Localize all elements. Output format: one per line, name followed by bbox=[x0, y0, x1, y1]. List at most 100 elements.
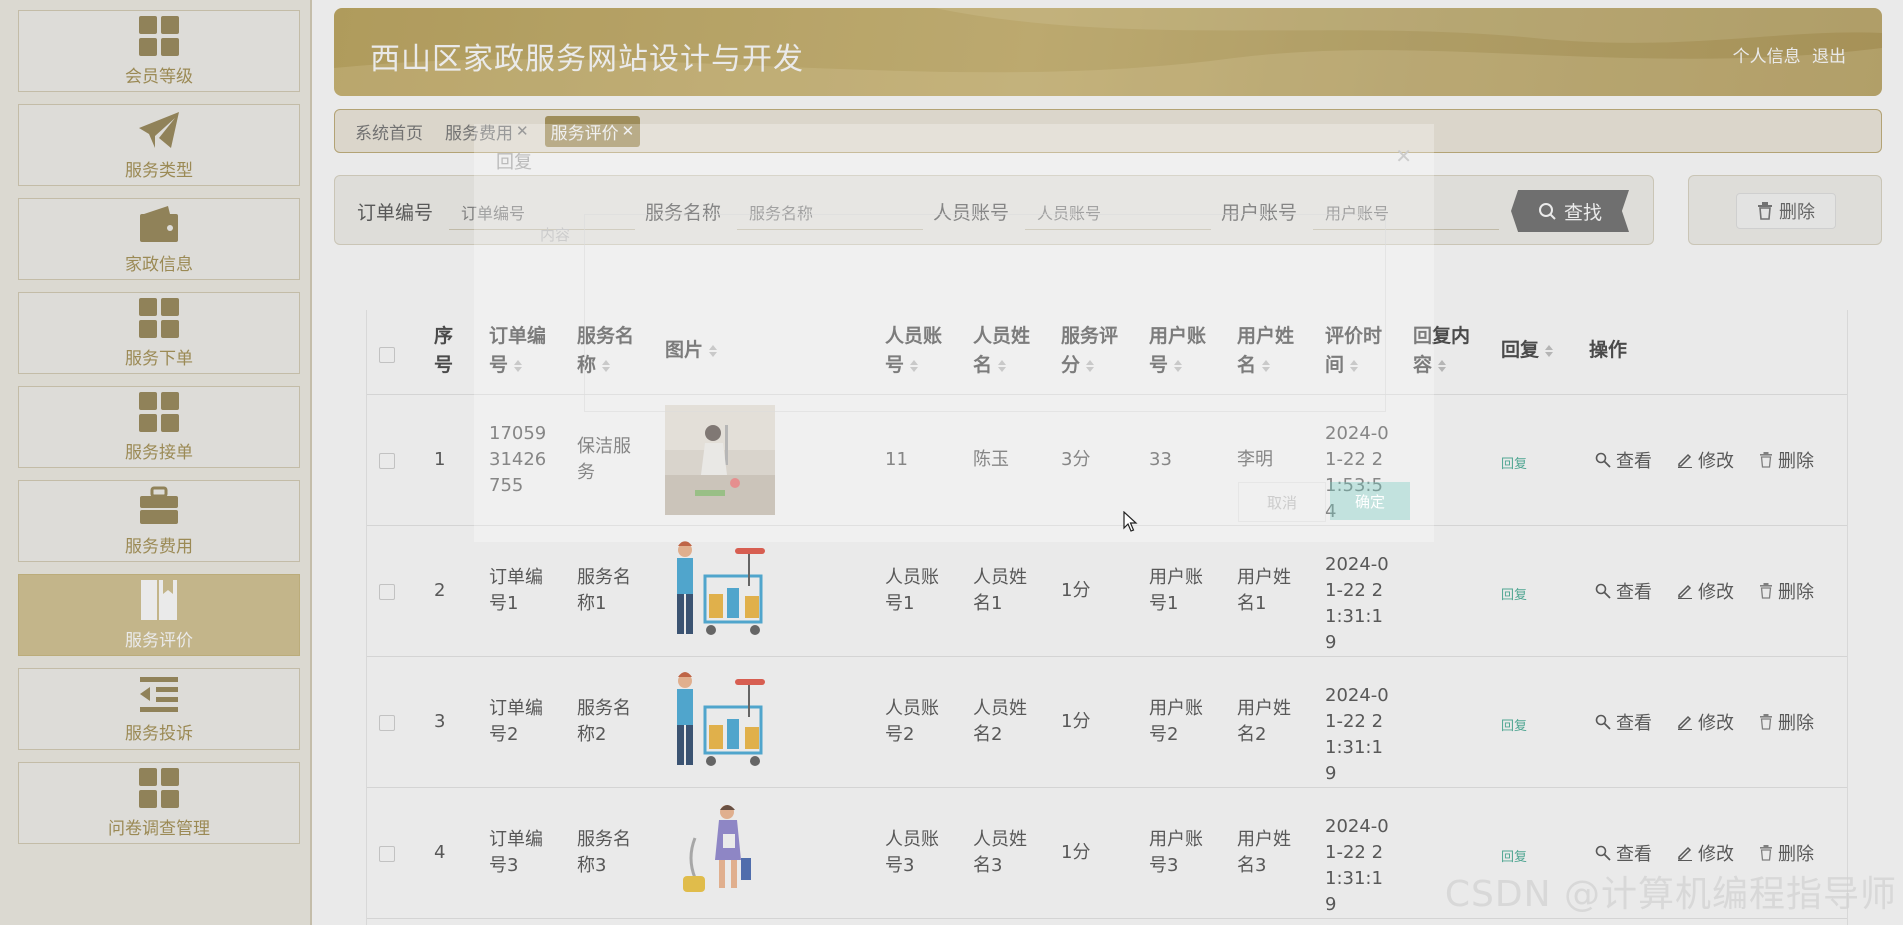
view-button[interactable]: 查看 bbox=[1595, 578, 1652, 604]
sidebar-item-label: 问卷调查管理 bbox=[108, 818, 210, 839]
sidebar-item-housekeeping-info[interactable]: 家政信息 bbox=[18, 198, 300, 280]
edit-label: 修改 bbox=[1698, 582, 1734, 603]
select-all-checkbox[interactable] bbox=[379, 347, 395, 363]
sidebar-item-service-type[interactable]: 服务类型 bbox=[18, 104, 300, 186]
indent-list-icon bbox=[140, 676, 178, 712]
tab-bar: 系统首页 服务费用 ✕ 服务评价 ✕ bbox=[334, 109, 1882, 153]
sidebar-item-survey-management[interactable]: 问卷调查管理 bbox=[18, 762, 300, 844]
sort-icon[interactable] bbox=[514, 359, 523, 372]
staff-account-input[interactable] bbox=[1025, 190, 1211, 230]
view-label: 查看 bbox=[1616, 844, 1652, 865]
service-name-input[interactable] bbox=[737, 190, 923, 230]
header-image[interactable]: 图片 bbox=[665, 336, 785, 365]
header-score[interactable]: 服务评分 bbox=[1061, 322, 1123, 380]
reply-link[interactable]: 回复 bbox=[1501, 584, 1527, 603]
edit-button[interactable]: 修改 bbox=[1677, 709, 1734, 735]
briefcase-icon bbox=[140, 486, 178, 524]
reply-link[interactable]: 回复 bbox=[1501, 715, 1527, 734]
close-icon[interactable]: ✕ bbox=[622, 122, 635, 140]
cell-order-no: 1705931426755 bbox=[489, 423, 547, 496]
sidebar: 会员等级 服务类型 家政信息 服务下单 服务接单 服务费用 服务评价 服务投诉 … bbox=[0, 0, 312, 925]
view-button[interactable]: 查看 bbox=[1595, 709, 1652, 735]
header-label: 回复 bbox=[1501, 339, 1540, 361]
user-account-input[interactable] bbox=[1313, 190, 1499, 230]
sidebar-item-service-fee[interactable]: 服务费用 bbox=[18, 480, 300, 562]
search-button[interactable]: 查找 bbox=[1511, 190, 1629, 232]
cell-staff-account: 人员账号1 bbox=[885, 567, 939, 614]
cleaner-cart-illustration bbox=[665, 667, 775, 777]
cell-staff-account: 11 bbox=[885, 449, 908, 470]
table-row: 1 1705931426755 保洁服务 11 陈玉 3分 33 李明 2024… bbox=[367, 395, 1847, 526]
delete-button[interactable]: 删除 bbox=[1759, 709, 1814, 735]
logout-link[interactable]: 退出 bbox=[1812, 47, 1846, 67]
profile-link[interactable]: 个人信息 bbox=[1733, 47, 1801, 67]
edit-button[interactable]: 修改 bbox=[1677, 840, 1734, 866]
grid-icon bbox=[139, 391, 179, 432]
edit-icon bbox=[1678, 715, 1692, 730]
sidebar-item-service-review[interactable]: 服务评价 bbox=[18, 574, 300, 656]
sidebar-item-member-level[interactable]: 会员等级 bbox=[18, 10, 300, 92]
cell-staff-account: 人员账号2 bbox=[885, 698, 939, 745]
view-button[interactable]: 查看 bbox=[1595, 447, 1652, 473]
tab-service-fee[interactable]: 服务费用 ✕ bbox=[445, 119, 529, 144]
cell-staff-name: 陈玉 bbox=[973, 449, 1009, 470]
header-links: 个人信息 退出 bbox=[1727, 42, 1846, 67]
cell-score: 1分 bbox=[1061, 580, 1091, 601]
row-checkbox[interactable] bbox=[379, 584, 395, 600]
sort-icon[interactable] bbox=[709, 344, 718, 357]
sidebar-item-service-order[interactable]: 服务下单 bbox=[18, 292, 300, 374]
close-icon[interactable]: ✕ bbox=[516, 122, 529, 140]
view-button[interactable]: 查看 bbox=[1595, 840, 1652, 866]
header-reply[interactable]: 回复 bbox=[1501, 336, 1571, 365]
sort-icon[interactable] bbox=[910, 359, 919, 372]
header-reply-content[interactable]: 回复内容 bbox=[1413, 322, 1475, 380]
row-checkbox[interactable] bbox=[379, 846, 395, 862]
edit-button[interactable]: 修改 bbox=[1677, 578, 1734, 604]
header-user-account[interactable]: 用户账号 bbox=[1149, 322, 1211, 380]
tab-home[interactable]: 系统首页 bbox=[355, 119, 423, 144]
tab-label: 服务费用 bbox=[445, 123, 513, 144]
edit-button[interactable]: 修改 bbox=[1677, 447, 1734, 473]
delete-button[interactable]: 删除 bbox=[1759, 840, 1814, 866]
header-staff-account[interactable]: 人员账号 bbox=[885, 322, 947, 380]
header-user-name[interactable]: 用户姓名 bbox=[1237, 322, 1299, 380]
header-eval-time[interactable]: 评价时间 bbox=[1325, 322, 1387, 380]
row-checkbox[interactable] bbox=[379, 715, 395, 731]
cell-staff-account: 人员账号3 bbox=[885, 829, 939, 876]
search-icon bbox=[1595, 452, 1611, 468]
tab-label: 服务评价 bbox=[550, 123, 619, 144]
sort-icon[interactable] bbox=[1350, 359, 1359, 372]
cell-index: 1 bbox=[434, 449, 446, 470]
search-panel: 订单编号 服务名称 人员账号 用户账号 查找 bbox=[334, 175, 1654, 245]
service-name-label: 服务名称 bbox=[645, 202, 722, 224]
sort-icon[interactable] bbox=[1262, 359, 1271, 372]
delete-button[interactable]: 删除 bbox=[1759, 578, 1814, 604]
header-order-no[interactable]: 订单编号 bbox=[489, 322, 551, 380]
tab-service-review[interactable]: 服务评价 ✕ bbox=[544, 115, 641, 147]
trash-icon bbox=[1758, 202, 1772, 220]
cell-user-name: 用户姓名3 bbox=[1237, 829, 1291, 876]
sort-icon[interactable] bbox=[1545, 344, 1554, 357]
trash-icon bbox=[1760, 583, 1772, 599]
header-service-name[interactable]: 服务名称 bbox=[577, 322, 639, 380]
delete-button[interactable]: 删除 bbox=[1759, 447, 1814, 473]
sidebar-item-label: 服务费用 bbox=[125, 536, 193, 557]
sidebar-item-service-complaint[interactable]: 服务投诉 bbox=[18, 668, 300, 750]
sort-icon[interactable] bbox=[1438, 359, 1447, 372]
header-staff-name[interactable]: 人员姓名 bbox=[973, 322, 1035, 380]
sort-icon[interactable] bbox=[1086, 359, 1095, 372]
row-checkbox[interactable] bbox=[379, 453, 395, 469]
sort-icon[interactable] bbox=[1174, 359, 1183, 372]
reply-link[interactable]: 回复 bbox=[1501, 846, 1527, 865]
sidebar-item-label: 会员等级 bbox=[125, 66, 193, 87]
order-no-input[interactable] bbox=[449, 190, 635, 230]
sort-icon[interactable] bbox=[602, 359, 611, 372]
sidebar-item-service-accept[interactable]: 服务接单 bbox=[18, 386, 300, 468]
trash-icon bbox=[1760, 714, 1772, 730]
header-label: 图片 bbox=[665, 339, 704, 361]
wallet-icon bbox=[140, 205, 178, 242]
reply-link[interactable]: 回复 bbox=[1501, 453, 1527, 472]
batch-delete-button[interactable]: 删除 bbox=[1736, 193, 1836, 229]
cell-service-name: 服务名称2 bbox=[577, 698, 631, 745]
sort-icon[interactable] bbox=[998, 359, 1007, 372]
